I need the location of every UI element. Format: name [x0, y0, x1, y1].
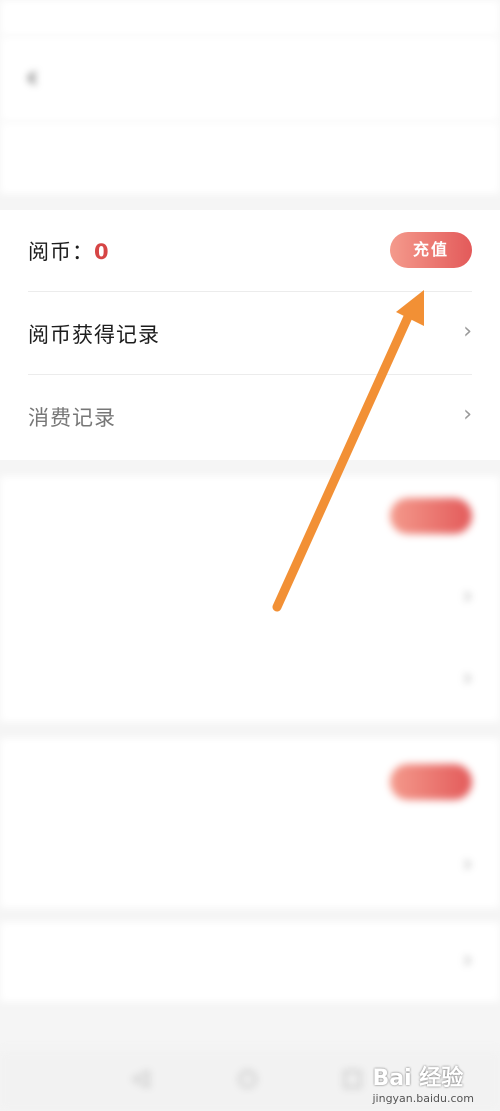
chevron-right-icon: › [463, 666, 472, 691]
vip-card: › [0, 738, 500, 908]
gold-card: › › [0, 476, 500, 722]
chevron-right-icon: › [463, 319, 472, 344]
gold-row-1[interactable]: › [28, 558, 472, 640]
consume-records-row[interactable]: 消费记录 › [28, 376, 472, 458]
coins-card: 阅币：0 充值 阅币获得记录 › 消费记录 › [0, 210, 500, 460]
vip-action-button[interactable] [390, 764, 472, 800]
chevron-right-icon: › [463, 402, 472, 427]
chevron-right-icon: › [463, 948, 472, 973]
chevron-left-icon[interactable]: ‹ [26, 60, 38, 95]
recharge-button[interactable]: 充值 [390, 232, 472, 268]
watermark: Bai 经验 jingyan.baidu.com [372, 1060, 474, 1105]
status-bar [0, 0, 500, 36]
gold-action-button[interactable] [390, 498, 472, 534]
chevron-right-icon: › [463, 584, 472, 609]
bottom-card: › [0, 922, 500, 1002]
coins-balance-value: 0 [94, 240, 110, 264]
gold-balance-row [28, 476, 472, 558]
earn-records-row[interactable]: 阅币获得记录 › [28, 293, 472, 375]
earn-records-label: 阅币获得记录 [28, 323, 160, 347]
vip-row-1[interactable]: › [28, 826, 472, 908]
watermark-url: jingyan.baidu.com [372, 1092, 474, 1105]
top-navbar: ‹ [0, 36, 500, 122]
coins-balance-label: 阅币： [28, 240, 94, 264]
watermark-text: Bai 经验 [372, 1066, 464, 1091]
home-circle-icon[interactable]: ○ [238, 1066, 257, 1091]
bottom-row[interactable]: › [28, 922, 472, 1004]
vip-row [28, 742, 472, 824]
consume-records-label: 消费记录 [28, 406, 116, 430]
gold-row-2[interactable]: › [28, 640, 472, 722]
coins-balance: 阅币：0 [28, 236, 110, 266]
coins-balance-row: 阅币：0 充值 [28, 210, 472, 292]
account-row [0, 122, 500, 194]
chevron-right-icon: › [463, 852, 472, 877]
divider [28, 374, 472, 375]
back-triangle-icon[interactable]: ◁ [132, 1066, 149, 1091]
recents-square-icon[interactable]: □ [342, 1066, 363, 1091]
divider [28, 291, 472, 292]
